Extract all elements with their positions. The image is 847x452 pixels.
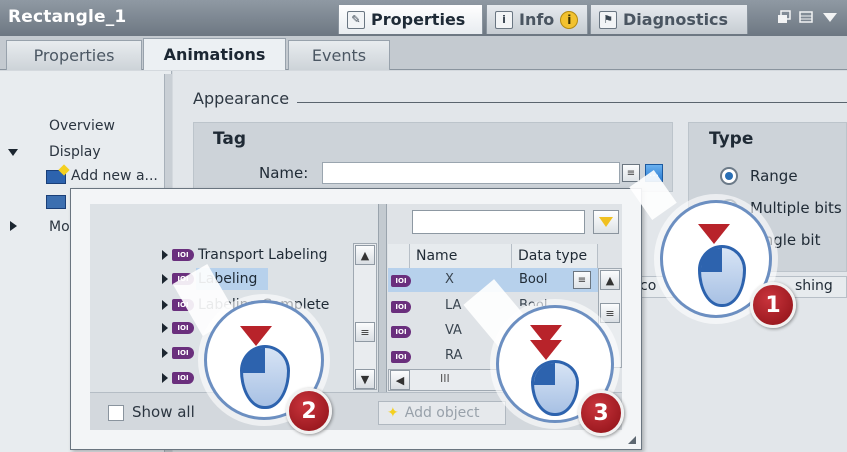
scroll-up-icon[interactable]: ▲ <box>355 245 375 265</box>
diagnostics-icon: ⚑ <box>599 10 617 29</box>
popup-splitter[interactable] <box>378 204 387 392</box>
tag-title: Tag <box>213 129 247 149</box>
arrow-down-icon <box>698 224 730 244</box>
mouse-left-button <box>243 348 265 373</box>
scroll-thumb[interactable]: ≡ <box>355 322 375 342</box>
row-data-type: Bool <box>519 272 548 287</box>
tab-sub-properties-label: Properties <box>33 46 115 65</box>
row-name[interactable]: LA <box>445 298 461 313</box>
tab-animations-label: Animations <box>163 45 266 64</box>
table-scroll-up-icon[interactable]: ▲ <box>600 270 620 290</box>
properties-icon: ✎ <box>347 10 365 29</box>
nav-item-display[interactable]: Display <box>49 144 101 160</box>
expand-icon[interactable] <box>162 250 168 260</box>
radio-range-dot <box>725 172 733 180</box>
tree-scrollbar[interactable] <box>353 243 377 390</box>
add-star-icon: ✦ <box>387 405 399 421</box>
step-badge-1: 1 <box>750 282 796 328</box>
list-icon[interactable]: ≡ <box>622 164 640 182</box>
tag-icon: IOI <box>391 301 411 313</box>
funnel-icon <box>599 217 613 227</box>
tab-events-label: Events <box>311 46 367 65</box>
mouse-left-button <box>534 363 555 385</box>
tree-item[interactable]: IOI Transport Labeling <box>162 247 328 263</box>
show-all-label: Show all <box>132 403 195 421</box>
table-scroll-thumb[interactable]: ≡ <box>600 303 620 323</box>
tree-item[interactable]: IOI <box>162 347 198 359</box>
row-list-icon[interactable]: ≡ <box>573 271 591 289</box>
tab-sub-properties[interactable]: Properties <box>6 40 142 70</box>
layout-icon[interactable] <box>799 9 813 23</box>
restore-icon[interactable] <box>777 9 791 23</box>
tag-icon: IOI <box>391 275 411 287</box>
nav-item-overview[interactable]: Overview <box>49 118 115 134</box>
row-name[interactable]: VA <box>445 323 462 338</box>
appearance-title: Appearance <box>193 89 290 108</box>
tab-info[interactable]: i Info i <box>486 4 588 34</box>
step-badge-3: 3 <box>578 390 624 436</box>
tree-item-label: Transport Labeling <box>198 247 328 263</box>
type-title: Type <box>709 129 754 149</box>
info-badge-icon: i <box>560 10 579 29</box>
add-object-button[interactable]: ✦ Add object <box>378 401 506 425</box>
chevron-down-icon[interactable] <box>822 9 837 23</box>
show-all-checkbox[interactable] <box>108 405 124 421</box>
tag-table-icon: IOI <box>172 372 194 384</box>
expand-icon[interactable] <box>162 300 168 310</box>
step-badge-2: 2 <box>286 388 332 434</box>
tab-animations[interactable]: Animations <box>143 38 286 70</box>
window-title: Rectangle_1 <box>8 7 127 27</box>
column-header-name[interactable]: Name <box>410 244 512 268</box>
arrow-down-icon <box>240 326 272 346</box>
tag-table-icon: IOI <box>172 249 194 261</box>
range-col-b: shing <box>795 278 833 294</box>
tab-info-label: Info <box>519 10 555 29</box>
column-header-data-type[interactable]: Data type <box>512 244 598 268</box>
expand-display-icon[interactable] <box>8 149 18 156</box>
add-object-label: Add object <box>404 405 480 421</box>
row-name[interactable]: RA <box>445 348 462 363</box>
tag-table-icon: IOI <box>172 322 194 334</box>
row-data-type: Bool <box>519 298 548 306</box>
mouse-left-button <box>701 248 722 272</box>
tab-properties-label: Properties <box>371 10 466 29</box>
nav-item-movements[interactable]: Mo <box>49 219 70 235</box>
range-col-a: co <box>640 278 657 294</box>
h-scroll-thumb[interactable]: III <box>440 372 450 385</box>
tab-diagnostics-label: Diagnostics <box>623 10 729 29</box>
radio-range-label: Range <box>750 167 798 185</box>
appearance-item-icon <box>46 195 66 209</box>
tag-name-input[interactable] <box>322 162 620 184</box>
resize-grip-icon[interactable] <box>628 436 636 444</box>
expand-icon[interactable] <box>162 373 168 383</box>
radio-multiple-bits-label: Multiple bits <box>750 199 842 217</box>
tag-icon: IOI <box>391 351 411 363</box>
scroll-left-icon[interactable]: ◀ <box>390 370 410 390</box>
tag-icon: IOI <box>391 326 411 338</box>
tab-events[interactable]: Events <box>288 40 390 70</box>
tag-name-label: Name: <box>259 164 309 182</box>
expand-icon[interactable] <box>162 348 168 358</box>
row-name: X <box>445 272 454 287</box>
expand-movements-icon[interactable] <box>10 221 17 231</box>
arrow-down-icon <box>530 340 562 360</box>
filter-button[interactable] <box>593 210 619 234</box>
expand-icon[interactable] <box>162 323 168 333</box>
radio-range[interactable] <box>720 167 738 185</box>
icon-column-header <box>388 244 410 268</box>
tree-item[interactable]: IOI <box>162 322 198 334</box>
tab-properties[interactable]: ✎ Properties <box>338 4 483 34</box>
scroll-down-icon[interactable]: ▼ <box>355 369 375 389</box>
expand-icon[interactable] <box>162 274 168 284</box>
tree-item[interactable]: IOI <box>162 372 194 384</box>
nav-item-add-new[interactable]: Add new a... <box>71 168 158 184</box>
appearance-rule <box>297 102 847 103</box>
info-icon: i <box>495 10 513 29</box>
tag-filter-input[interactable] <box>412 210 585 234</box>
tab-diagnostics[interactable]: ⚑ Diagnostics <box>590 4 748 34</box>
tag-table-icon: IOI <box>172 347 194 359</box>
